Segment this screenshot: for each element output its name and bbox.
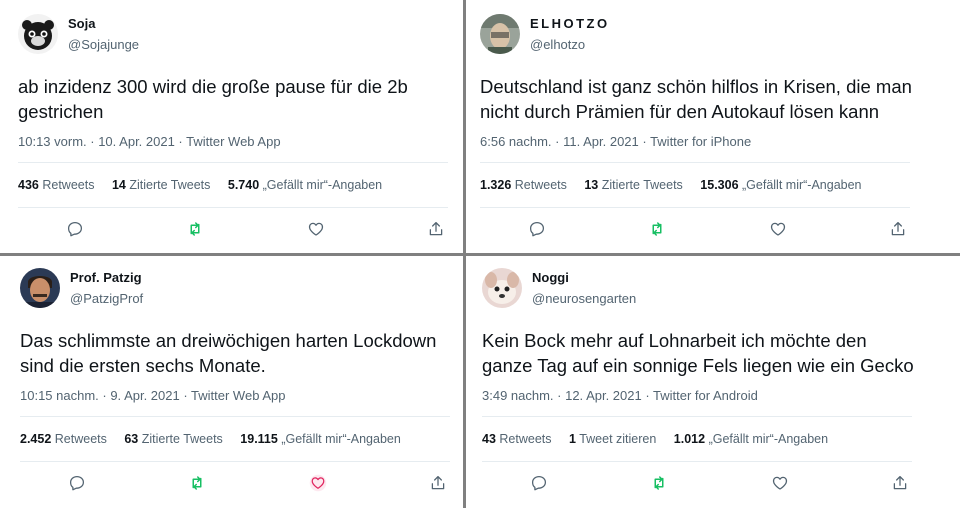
separator bbox=[480, 162, 910, 163]
like-icon[interactable] bbox=[766, 217, 790, 241]
like-icon[interactable] bbox=[304, 217, 328, 241]
tweet-card-elhotzo[interactable]: ELHOTZO @elhotzo Deutschland ist ganz sc… bbox=[470, 4, 920, 249]
tweet-stats: 43 Retweets 1 Tweet zitieren 1.012 „Gefä… bbox=[482, 432, 842, 446]
tweet-actions bbox=[10, 471, 460, 495]
likes-stat[interactable]: 15.306 „Gefällt mir“-Angaben bbox=[700, 178, 861, 192]
share-icon[interactable] bbox=[424, 217, 448, 241]
share-icon[interactable] bbox=[888, 471, 912, 495]
share-icon[interactable] bbox=[426, 471, 450, 495]
separator bbox=[20, 461, 450, 462]
share-icon[interactable] bbox=[886, 217, 910, 241]
likes-stat[interactable]: 5.740 „Gefällt mir“-Angaben bbox=[228, 178, 382, 192]
tweet-card-noggi[interactable]: Noggi @neurosengarten Kein Bock mehr auf… bbox=[472, 258, 922, 503]
user-handle[interactable]: @elhotzo bbox=[530, 37, 585, 52]
retweets-stat[interactable]: 2.452 Retweets bbox=[20, 432, 107, 446]
retweet-icon[interactable] bbox=[647, 471, 671, 495]
quotes-stat[interactable]: 1 Tweet zitieren bbox=[569, 432, 656, 446]
reply-icon[interactable] bbox=[63, 217, 87, 241]
like-icon[interactable] bbox=[768, 471, 792, 495]
tweet-card-soja[interactable]: Soja @Sojajunge ab inzidenz 300 wird die… bbox=[8, 4, 458, 249]
tweet-text: Das schlimmste an dreiwöchigen harten Lo… bbox=[20, 330, 437, 376]
separator bbox=[482, 461, 912, 462]
user-handle[interactable]: @neurosengarten bbox=[532, 291, 636, 306]
tweet-stats: 1.326 Retweets 13 Zitierte Tweets 15.306… bbox=[480, 178, 876, 192]
retweets-stat[interactable]: 436 Retweets bbox=[18, 178, 94, 192]
reply-icon[interactable] bbox=[527, 471, 551, 495]
retweet-icon[interactable] bbox=[183, 217, 207, 241]
user-handle[interactable]: @Sojajunge bbox=[68, 37, 139, 52]
avatar[interactable] bbox=[18, 14, 58, 54]
tweet-timestamp[interactable]: 10:13 vorm. · 10. Apr. 2021 · Twitter We… bbox=[18, 134, 281, 149]
tweet-stats: 2.452 Retweets 63 Zitierte Tweets 19.115… bbox=[20, 432, 415, 446]
separator bbox=[18, 162, 448, 163]
user-handle[interactable]: @PatzigProf bbox=[70, 291, 143, 306]
separator bbox=[20, 416, 450, 417]
display-name[interactable]: ELHOTZO bbox=[530, 16, 610, 31]
avatar[interactable] bbox=[20, 268, 60, 308]
retweet-icon[interactable] bbox=[185, 471, 209, 495]
tweet-text: Kein Bock mehr auf Lohnarbeit ich möchte… bbox=[482, 330, 914, 376]
tweet-timestamp[interactable]: 10:15 nachm. · 9. Apr. 2021 · Twitter We… bbox=[20, 388, 285, 403]
separator bbox=[18, 207, 448, 208]
display-name[interactable]: Soja bbox=[68, 16, 95, 31]
tweet-actions bbox=[470, 217, 920, 241]
horizontal-divider bbox=[0, 253, 960, 256]
retweets-stat[interactable]: 43 Retweets bbox=[482, 432, 552, 446]
reply-icon[interactable] bbox=[65, 471, 89, 495]
separator bbox=[482, 416, 912, 417]
likes-stat[interactable]: 19.115 „Gefällt mir“-Angaben bbox=[240, 432, 401, 446]
tweet-card-patzig[interactable]: Prof. Patzig @PatzigProf Das schlimmste … bbox=[10, 258, 460, 503]
tweet-text: Deutschland ist ganz schön hilflos in Kr… bbox=[480, 76, 912, 122]
likes-stat[interactable]: 1.012 „Gefällt mir“-Angaben bbox=[674, 432, 828, 446]
tweet-timestamp[interactable]: 3:49 nachm. · 12. Apr. 2021 · Twitter fo… bbox=[482, 388, 758, 403]
separator bbox=[480, 207, 910, 208]
retweets-stat[interactable]: 1.326 Retweets bbox=[480, 178, 567, 192]
tweet-stats: 436 Retweets 14 Zitierte Tweets 5.740 „G… bbox=[18, 178, 396, 192]
display-name[interactable]: Prof. Patzig bbox=[70, 270, 142, 285]
quotes-stat[interactable]: 63 Zitierte Tweets bbox=[124, 432, 222, 446]
like-icon[interactable] bbox=[306, 471, 330, 495]
tweet-actions bbox=[8, 217, 458, 241]
avatar[interactable] bbox=[480, 14, 520, 54]
display-name[interactable]: Noggi bbox=[532, 270, 569, 285]
tweet-actions bbox=[472, 471, 922, 495]
avatar[interactable] bbox=[482, 268, 522, 308]
quotes-stat[interactable]: 14 Zitierte Tweets bbox=[112, 178, 210, 192]
quotes-stat[interactable]: 13 Zitierte Tweets bbox=[584, 178, 682, 192]
tweet-timestamp[interactable]: 6:56 nachm. · 11. Apr. 2021 · Twitter fo… bbox=[480, 134, 751, 149]
reply-icon[interactable] bbox=[525, 217, 549, 241]
retweet-icon[interactable] bbox=[645, 217, 669, 241]
tweet-text: ab inzidenz 300 wird die große pause für… bbox=[18, 76, 408, 122]
